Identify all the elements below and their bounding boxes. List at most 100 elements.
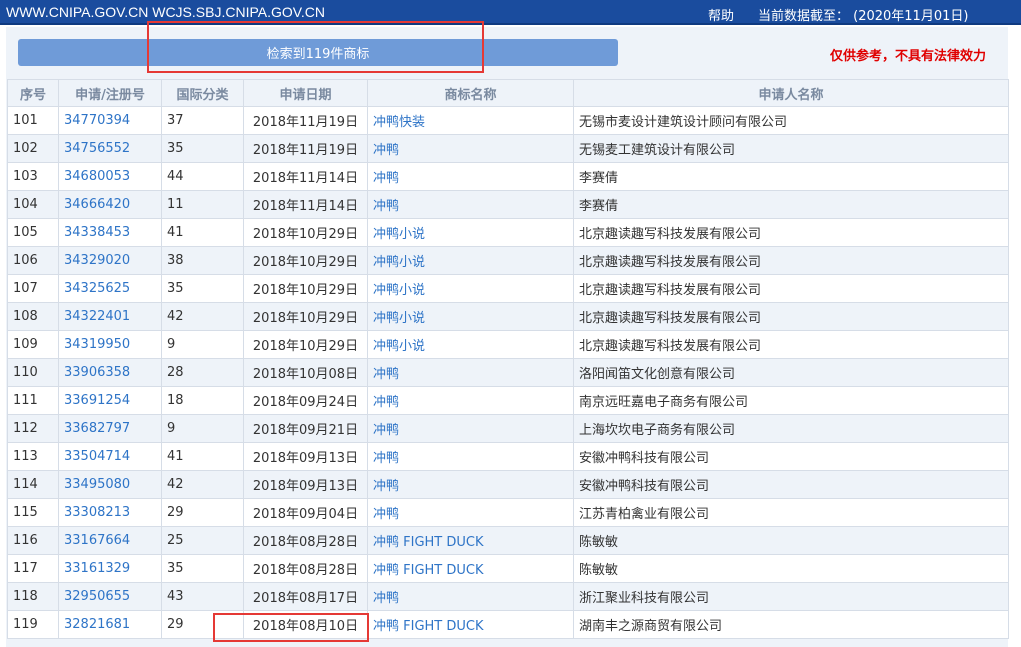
cell-intl-class: 9 [161, 414, 244, 443]
cell-filing-date: 2018年10月29日 [243, 218, 368, 247]
mark-name-link[interactable]: 冲鸭 [373, 143, 399, 158]
reg-number-link[interactable]: 32950655 [64, 589, 130, 604]
mark-name-link[interactable]: 冲鸭小说 [373, 227, 425, 242]
reg-number-link[interactable]: 33504714 [64, 449, 130, 464]
mark-name-link[interactable]: 冲鸭小说 [373, 339, 425, 354]
cell-reg-number: 34770394 [58, 106, 162, 135]
reg-number-link[interactable]: 33495080 [64, 477, 130, 492]
reg-number-link[interactable]: 34756552 [64, 141, 130, 156]
mark-name-link[interactable]: 冲鸭 FIGHT DUCK [373, 563, 484, 578]
col-header-reg-number: 申请/注册号 [58, 79, 162, 107]
reg-number-link[interactable]: 33167664 [64, 533, 130, 548]
cell-intl-class: 42 [161, 302, 244, 331]
table-header-row: 序号 申请/注册号 国际分类 申请日期 商标名称 申请人名称 [7, 79, 1009, 107]
cell-reg-number: 34666420 [58, 190, 162, 219]
table-row: 114 33495080 42 2018年09月13日 冲鸭 安徽冲鸭科技有限公司 [7, 470, 1009, 499]
reg-number-link[interactable]: 33161329 [64, 561, 130, 576]
cell-filing-date: 2018年09月21日 [243, 414, 368, 443]
cell-serial: 119 [7, 610, 59, 639]
cell-applicant: 安徽冲鸭科技有限公司 [573, 442, 1009, 471]
data-as-of-date: 当前数据截至： (2020年11月01日) [758, 9, 969, 24]
mark-name-link[interactable]: 冲鸭 [373, 395, 399, 410]
cell-applicant: 江苏青柏禽业有限公司 [573, 498, 1009, 527]
cell-reg-number: 34325625 [58, 274, 162, 303]
table-row: 108 34322401 42 2018年10月29日 冲鸭小说 北京趣读趣写科技发展有限… [7, 302, 1009, 331]
mark-name-link[interactable]: 冲鸭 [373, 171, 399, 186]
cell-filing-date: 2018年08月28日 [243, 526, 368, 555]
cell-intl-class: 35 [161, 274, 244, 303]
cell-applicant: 北京趣读趣写科技发展有限公司 [573, 330, 1009, 359]
cell-applicant: 李赛倩 [573, 190, 1009, 219]
mark-name-link[interactable]: 冲鸭 [373, 451, 399, 466]
col-header-serial: 序号 [7, 79, 59, 107]
table-row: 117 33161329 35 2018年08月28日 冲鸭 FIGHT DUCK 陈敏敏 [7, 554, 1009, 583]
reg-number-link[interactable]: 34325625 [64, 281, 130, 296]
cell-serial: 102 [7, 134, 59, 163]
reg-number-link[interactable]: 33691254 [64, 393, 130, 408]
reg-number-link[interactable]: 33308213 [64, 505, 130, 520]
cell-serial: 110 [7, 358, 59, 387]
reg-number-link[interactable]: 32821681 [64, 617, 130, 632]
reg-number-link[interactable]: 34322401 [64, 309, 130, 324]
cell-reg-number: 33504714 [58, 442, 162, 471]
mark-name-link[interactable]: 冲鸭快装 [373, 115, 425, 130]
cell-intl-class: 38 [161, 246, 244, 275]
mark-name-link[interactable]: 冲鸭 [373, 479, 399, 494]
table-row: 105 34338453 41 2018年10月29日 冲鸭小说 北京趣读趣写科技发展有限… [7, 218, 1009, 247]
cell-intl-class: 41 [161, 442, 244, 471]
cell-applicant: 北京趣读趣写科技发展有限公司 [573, 302, 1009, 331]
cell-serial: 107 [7, 274, 59, 303]
cell-serial: 101 [7, 106, 59, 135]
col-header-applicant: 申请人名称 [573, 79, 1009, 107]
cell-applicant: 无锡麦工建筑设计有限公司 [573, 134, 1009, 163]
mark-name-link[interactable]: 冲鸭小说 [373, 311, 425, 326]
cell-serial: 115 [7, 498, 59, 527]
cell-mark-name: 冲鸭小说 [367, 330, 574, 359]
cell-reg-number: 33161329 [58, 554, 162, 583]
reg-number-link[interactable]: 34770394 [64, 113, 130, 128]
cell-mark-name: 冲鸭 FIGHT DUCK [367, 554, 574, 583]
cell-applicant: 无锡市麦设计建筑设计顾问有限公司 [573, 106, 1009, 135]
cell-mark-name: 冲鸭小说 [367, 246, 574, 275]
reg-number-link[interactable]: 34666420 [64, 197, 130, 212]
table-row: 107 34325625 35 2018年10月29日 冲鸭小说 北京趣读趣写科技发展有限… [7, 274, 1009, 303]
cell-filing-date: 2018年08月10日 [243, 610, 368, 639]
reg-number-link[interactable]: 33906358 [64, 365, 130, 380]
mark-name-link[interactable]: 冲鸭 [373, 367, 399, 382]
mark-name-link[interactable]: 冲鸭 [373, 199, 399, 214]
table-row: 113 33504714 41 2018年09月13日 冲鸭 安徽冲鸭科技有限公司 [7, 442, 1009, 471]
cell-intl-class: 37 [161, 106, 244, 135]
mark-name-link[interactable]: 冲鸭 FIGHT DUCK [373, 535, 484, 550]
mark-name-link[interactable]: 冲鸭小说 [373, 283, 425, 298]
table-row: 119 32821681 29 2018年08月10日 冲鸭 FIGHT DUCK 湖南丰… [7, 610, 1009, 639]
cell-filing-date: 2018年09月04日 [243, 498, 368, 527]
mark-name-link[interactable]: 冲鸭 [373, 591, 399, 606]
cell-mark-name: 冲鸭 [367, 442, 574, 471]
cell-mark-name: 冲鸭 [367, 582, 574, 611]
trademark-results-table: 序号 申请/注册号 国际分类 申请日期 商标名称 申请人名称 101 347703… [7, 79, 1009, 639]
cell-mark-name: 冲鸭 [367, 190, 574, 219]
cell-filing-date: 2018年09月13日 [243, 470, 368, 499]
cell-reg-number: 33495080 [58, 470, 162, 499]
mark-name-link[interactable]: 冲鸭 [373, 423, 399, 438]
cell-mark-name: 冲鸭 FIGHT DUCK [367, 526, 574, 555]
cell-filing-date: 2018年09月13日 [243, 442, 368, 471]
reg-number-link[interactable]: 33682797 [64, 421, 130, 436]
cell-applicant: 安徽冲鸭科技有限公司 [573, 470, 1009, 499]
cell-mark-name: 冲鸭 [367, 498, 574, 527]
reg-number-link[interactable]: 34680053 [64, 169, 130, 184]
mark-name-link[interactable]: 冲鸭 FIGHT DUCK [373, 619, 484, 634]
cell-applicant: 浙江聚业科技有限公司 [573, 582, 1009, 611]
cell-intl-class: 29 [161, 610, 244, 639]
reg-number-link[interactable]: 34319950 [64, 337, 130, 352]
cell-serial: 118 [7, 582, 59, 611]
reg-number-link[interactable]: 34329020 [64, 253, 130, 268]
reg-number-link[interactable]: 34338453 [64, 225, 130, 240]
cell-filing-date: 2018年10月29日 [243, 274, 368, 303]
help-link[interactable]: 帮助 [708, 5, 734, 24]
mark-name-link[interactable]: 冲鸭 [373, 507, 399, 522]
mark-name-link[interactable]: 冲鸭小说 [373, 255, 425, 270]
cell-mark-name: 冲鸭 [367, 386, 574, 415]
table-row: 112 33682797 9 2018年09月21日 冲鸭 上海坎坎电子商务有限公司 [7, 414, 1009, 443]
cell-intl-class: 35 [161, 134, 244, 163]
